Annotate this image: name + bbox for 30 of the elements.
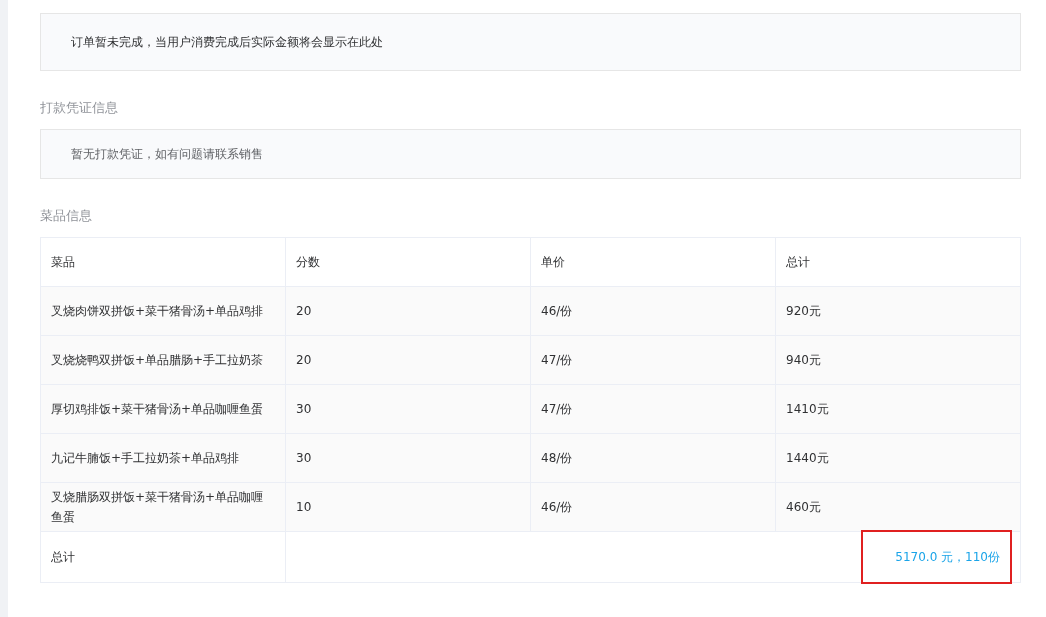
table-cell: 叉烧烧鸭双拼饭+单品腊肠+手工拉奶茶	[40, 335, 286, 385]
table-cell: 10	[285, 482, 531, 532]
table-cell: 叉烧肉饼双拼饭+菜干猪骨汤+单品鸡排	[40, 286, 286, 336]
table-cell: 九记牛腩饭+手工拉奶茶+单品鸡排	[40, 433, 286, 483]
table-cell: 47/份	[530, 384, 776, 434]
table-cell: 460元	[775, 482, 1021, 532]
table-cell: 46/份	[530, 286, 776, 336]
table-cell: 920元	[775, 286, 1021, 336]
table-cell: 48/份	[530, 433, 776, 483]
total-amount: 5170.0 元，110份	[863, 532, 1010, 582]
column-header: 分数	[285, 237, 531, 287]
column-header: 总计	[775, 237, 1021, 287]
notice-text: 订单暂未完成，当用户消费完成后实际金额将会显示在此处	[71, 33, 383, 51]
table-cell: 20	[285, 286, 531, 336]
table-cell: 47/份	[530, 335, 776, 385]
total-label: 总计	[40, 531, 286, 583]
section-title: 菜品信息	[40, 207, 93, 225]
column-header: 单价	[530, 237, 776, 287]
table-cell: 30	[285, 384, 531, 434]
section-title: 打款凭证信息	[40, 99, 119, 117]
table-cell: 46/份	[530, 482, 776, 532]
table-cell: 叉烧腊肠双拼饭+菜干猪骨汤+单品咖喱鱼蛋	[40, 482, 286, 532]
table-cell: 1440元	[775, 433, 1021, 483]
voucher-message: 暂无打款凭证，如有问题请联系销售	[71, 145, 263, 163]
table-cell: 940元	[775, 335, 1021, 385]
table-cell: 厚切鸡排饭+菜干猪骨汤+单品咖喱鱼蛋	[40, 384, 286, 434]
table-cell: 1410元	[775, 384, 1021, 434]
column-header: 菜品	[40, 237, 286, 287]
table-cell: 30	[285, 433, 531, 483]
table-cell: 20	[285, 335, 531, 385]
